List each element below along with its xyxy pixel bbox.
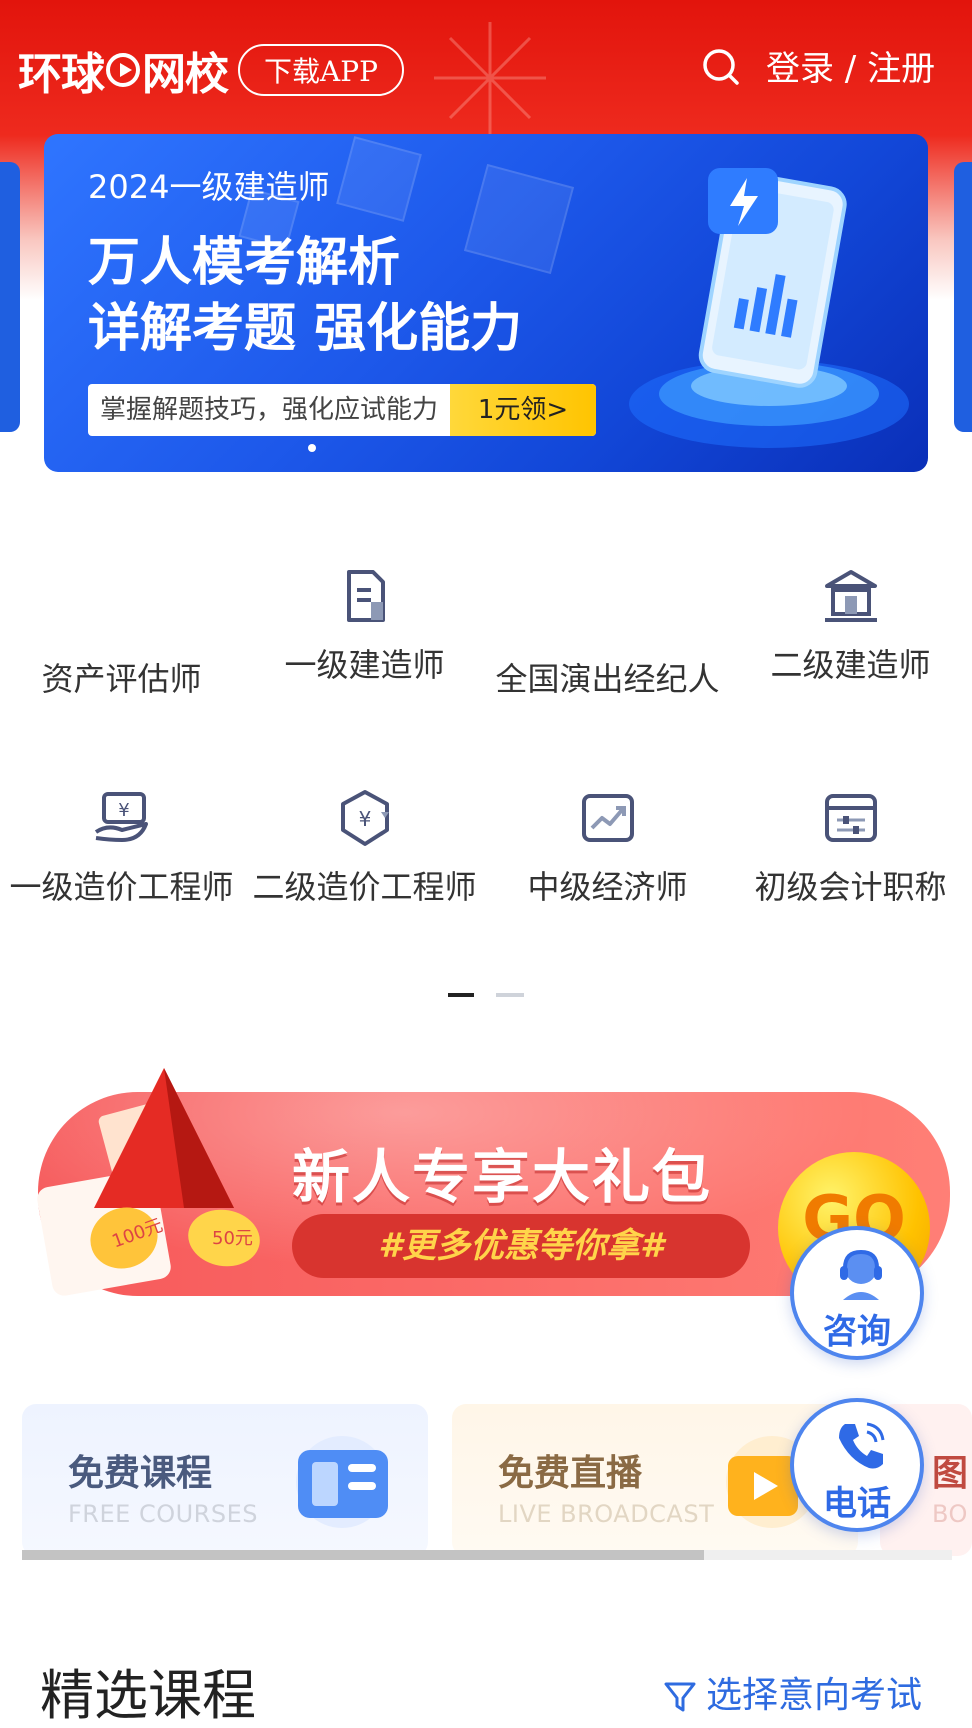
category-label: 资产评估师	[41, 660, 202, 698]
category-second-class-constructor[interactable]: 二级建造师	[729, 566, 972, 686]
category-label: 全国演出经纪人	[495, 660, 720, 698]
category-first-class-cost-engineer[interactable]: ¥ 一级造价工程师	[0, 788, 243, 908]
banner-title-line2: 详解考题 强化能力	[88, 299, 523, 359]
book-icon	[296, 1436, 388, 1528]
free-books-subtitle: BO	[932, 1500, 968, 1528]
category-label: 初级会计职称	[754, 868, 947, 906]
login-register-link[interactable]: 登录 / 注册	[766, 44, 935, 94]
free-books-title: 图	[932, 1453, 969, 1494]
banner-pill-text: 掌握解题技巧，强化应试能力	[100, 395, 439, 425]
banner-prev-peek[interactable]	[0, 162, 20, 432]
category-second-class-cost-engineer[interactable]: ¥ 二级造价工程师	[243, 788, 486, 908]
free-live-title: 免费直播	[498, 1453, 643, 1494]
select-exam-label: 选择意向考试	[706, 1675, 923, 1716]
logo-text-right: 网校	[142, 49, 229, 100]
trend-chart-icon	[581, 794, 634, 842]
filter-icon	[664, 1682, 696, 1712]
category-performance-agent[interactable]: 全国演出经纪人	[486, 566, 729, 700]
banner-next-peek[interactable]	[954, 162, 972, 432]
select-exam-filter[interactable]: 选择意向考试	[662, 1672, 922, 1720]
category-pager-inactive[interactable]	[496, 993, 524, 997]
coupon-50-text: 50元	[212, 1228, 253, 1249]
cube-decoration	[336, 136, 422, 222]
document-icon	[346, 570, 385, 622]
customer-service-icon	[840, 1249, 882, 1300]
promo-subtitle-pill: #更多优惠等你拿#	[292, 1214, 750, 1278]
free-live-subtitle: LIVE BROADCAST	[498, 1500, 715, 1528]
megaphone-coupon-icon: 100元 50元	[37, 1068, 260, 1296]
free-courses-card[interactable]: 免费课程 FREE COURSES	[22, 1404, 428, 1556]
category-first-class-constructor[interactable]: 一级建造师	[243, 566, 486, 686]
phone-icon	[839, 1422, 885, 1469]
yuan-hexagon-icon: ¥	[340, 790, 389, 846]
category-label: 中级经济师	[527, 868, 688, 906]
consult-float-button[interactable]: 咨询	[790, 1226, 924, 1360]
fireworks-decoration	[434, 22, 546, 134]
phone-float-button[interactable]: 电话	[790, 1398, 924, 1532]
banner-year-line: 2024一级建造师	[88, 168, 330, 206]
featured-courses-title: 精选课程	[40, 1664, 256, 1727]
promo-banner[interactable]: 2024一级建造师 万人模考解析 详解考题 强化能力 掌握解题技巧，强化应试能力…	[44, 134, 928, 472]
logo-text-left: 环球	[18, 49, 105, 100]
banner-claim-button[interactable]: 1元领>	[450, 384, 596, 436]
category-label: 二级建造师	[770, 646, 931, 684]
card-settings-icon	[824, 794, 877, 842]
category-intermediate-economist[interactable]: 中级经济师	[486, 788, 729, 908]
play-circle-icon	[106, 53, 140, 87]
promo-title: 新人专享大礼包	[292, 1143, 713, 1211]
search-icon[interactable]	[702, 48, 740, 86]
banner-title-line1: 万人模考解析	[88, 233, 401, 293]
svg-text:¥: ¥	[118, 800, 129, 821]
category-label: 二级造价工程师	[252, 868, 477, 906]
banner-offer-pill[interactable]: 掌握解题技巧，强化应试能力 1元领>	[88, 384, 596, 436]
phone-label: 电话	[823, 1484, 891, 1524]
brand-logo[interactable]: 环球 网校	[18, 44, 229, 100]
category-label: 一级造价工程师	[9, 868, 234, 906]
promo-subtitle: #更多优惠等你拿#	[378, 1226, 664, 1266]
cards-scroll-thumb[interactable]	[22, 1550, 704, 1560]
banner-indicator-dot[interactable]	[308, 444, 316, 452]
category-label: 一级建造师	[284, 646, 445, 684]
bank-icon	[824, 570, 877, 622]
category-junior-accountant[interactable]: 初级会计职称	[729, 788, 972, 908]
category-pager-active[interactable]	[448, 993, 474, 997]
svg-text:¥: ¥	[358, 807, 371, 831]
money-hand-icon: ¥	[94, 792, 148, 842]
free-courses-title: 免费课程	[68, 1453, 213, 1494]
consult-label: 咨询	[823, 1312, 891, 1352]
banner-title: 万人模考解析 详解考题 强化能力	[88, 230, 522, 362]
phone-illustration-icon	[629, 168, 909, 448]
download-app-button[interactable]: 下载APP	[238, 44, 404, 96]
free-courses-subtitle: FREE COURSES	[68, 1500, 258, 1528]
category-asset-appraiser[interactable]: 资产评估师	[0, 566, 243, 700]
